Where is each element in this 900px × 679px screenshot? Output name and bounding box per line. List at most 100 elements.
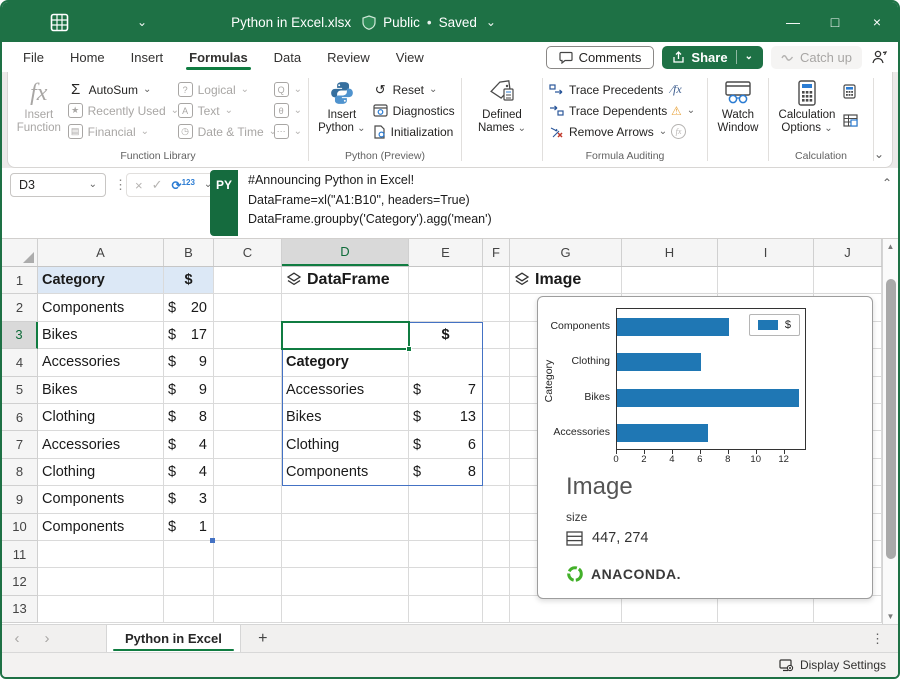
vertical-scrollbar[interactable]: ▲ ▼ [882, 239, 898, 624]
cell-F3[interactable] [483, 322, 510, 349]
calculate-now-button[interactable] [843, 82, 858, 101]
defined-names-button[interactable]: Defined Names ⌄ [468, 78, 536, 137]
cell-C12[interactable] [214, 568, 282, 595]
cell-A10[interactable]: Components [38, 514, 164, 541]
column-header-F[interactable]: F [483, 239, 510, 266]
cell-D13[interactable] [282, 596, 409, 623]
cell-B9[interactable]: $3 [164, 486, 214, 513]
cell-E11[interactable] [409, 541, 483, 568]
cell-A9[interactable]: Components [38, 486, 164, 513]
insert-function-button[interactable]: fx Insert Function [14, 78, 64, 137]
formula-code-editor[interactable]: #Announcing Python in Excel! DataFrame=x… [238, 171, 876, 230]
cell-F4[interactable] [483, 349, 510, 376]
cell-A8[interactable]: Clothing [38, 459, 164, 486]
cell-E3[interactable]: $ [409, 322, 483, 349]
row-header-2[interactable]: 2 [2, 294, 38, 321]
evaluate-formula-button[interactable]: fx [671, 122, 695, 141]
cell-C11[interactable] [214, 541, 282, 568]
tab-insert[interactable]: Insert [118, 42, 177, 72]
cell-B10[interactable]: $1 [164, 514, 214, 541]
cell-A2[interactable]: Components [38, 294, 164, 321]
scroll-up-icon[interactable]: ▲ [883, 242, 898, 251]
show-formulas-button[interactable]: ∕fx [671, 80, 695, 99]
cell-D11[interactable] [282, 541, 409, 568]
cell-A7[interactable]: Accessories [38, 431, 164, 458]
cell-A5[interactable]: Bikes [38, 377, 164, 404]
cell-C13[interactable] [214, 596, 282, 623]
comments-button[interactable]: Comments [546, 46, 655, 69]
column-header-A[interactable]: A [38, 239, 164, 266]
fill-handle[interactable] [406, 346, 412, 352]
column-header-J[interactable]: J [814, 239, 882, 266]
cell-H13[interactable] [622, 596, 718, 623]
spreadsheet-grid[interactable]: ABCDEFGHIJ 1Category$DataFrameImage2Comp… [2, 239, 898, 624]
cell-A4[interactable]: Accessories [38, 349, 164, 376]
cell-E10[interactable] [409, 514, 483, 541]
row-header-11[interactable]: 11 [2, 541, 38, 568]
column-header-H[interactable]: H [622, 239, 718, 266]
cell-D4[interactable]: Category [282, 349, 409, 376]
cell-E12[interactable] [409, 568, 483, 595]
cell-F13[interactable] [483, 596, 510, 623]
cell-B13[interactable] [164, 596, 214, 623]
tab-home[interactable]: Home [57, 42, 118, 72]
date-time-button[interactable]: ◷Date & Time⌄ [178, 122, 270, 141]
maximize-button[interactable]: □ [814, 2, 856, 42]
cell-D5[interactable]: Accessories [282, 377, 409, 404]
insert-python-button[interactable]: Insert Python ⌄ [315, 78, 369, 137]
cell-E8[interactable]: $8 [409, 459, 483, 486]
calculation-options-button[interactable]: Calculation Options ⌄ [775, 78, 839, 137]
quick-access-chevron-icon[interactable]: ⌄ [137, 15, 147, 29]
cell-D1[interactable]: DataFrame [282, 267, 409, 294]
text-button[interactable]: AText⌄ [178, 101, 270, 120]
cell-D3[interactable] [282, 322, 409, 349]
cell-E9[interactable] [409, 486, 483, 513]
column-header-B[interactable]: B [164, 239, 214, 266]
autosum-button[interactable]: ΣAutoSum⌄ [68, 80, 174, 99]
cell-B8[interactable]: $4 [164, 459, 214, 486]
cell-H1[interactable] [622, 267, 718, 294]
cell-B6[interactable]: $8 [164, 404, 214, 431]
sheet-tab-python-in-excel[interactable]: Python in Excel [106, 625, 241, 652]
cell-E4[interactable] [409, 349, 483, 376]
lookup-reference-button[interactable]: Q⌄ [274, 80, 302, 99]
cell-F10[interactable] [483, 514, 510, 541]
remove-arrows-button[interactable]: Remove Arrows⌄ [549, 122, 667, 141]
account-person-icon[interactable] [870, 49, 888, 65]
cell-D6[interactable]: Bikes [282, 404, 409, 431]
cell-B11[interactable] [164, 541, 214, 568]
scroll-down-icon[interactable]: ▼ [883, 612, 898, 621]
tab-view[interactable]: View [383, 42, 437, 72]
cell-G1[interactable]: Image [510, 267, 622, 294]
confirm-entry-icon[interactable]: ✓ [152, 177, 163, 193]
cell-C10[interactable] [214, 514, 282, 541]
column-header-E[interactable]: E [409, 239, 483, 266]
excel-app-icon[interactable] [50, 13, 69, 32]
previous-sheet-icon[interactable]: ‹ [2, 625, 32, 652]
column-header-I[interactable]: I [718, 239, 814, 266]
trace-precedents-button[interactable]: Trace Precedents [549, 80, 667, 99]
cell-F12[interactable] [483, 568, 510, 595]
next-sheet-icon[interactable]: › [32, 625, 62, 652]
tab-review[interactable]: Review [314, 42, 383, 72]
column-header-C[interactable]: C [214, 239, 282, 266]
name-box[interactable]: D3 ⌄ [10, 173, 106, 197]
cell-B4[interactable]: $9 [164, 349, 214, 376]
select-all-corner[interactable] [2, 239, 38, 266]
cell-C4[interactable] [214, 349, 282, 376]
watch-window-button[interactable]: Watch Window [714, 78, 762, 137]
cell-E6[interactable]: $13 [409, 404, 483, 431]
row-header-9[interactable]: 9 [2, 486, 38, 513]
display-settings-button[interactable]: Display Settings [779, 658, 886, 672]
cell-E7[interactable]: $6 [409, 431, 483, 458]
document-title[interactable]: Python in Excel.xlsx [231, 15, 351, 30]
cell-J1[interactable] [814, 267, 882, 294]
cell-C1[interactable] [214, 267, 282, 294]
save-status-chevron-icon[interactable]: ⌄ [486, 15, 496, 29]
recently-used-button[interactable]: ★Recently Used⌄ [68, 101, 174, 120]
row-header-5[interactable]: 5 [2, 377, 38, 404]
cell-B5[interactable]: $9 [164, 377, 214, 404]
catch-up-button[interactable]: Catch up [771, 46, 862, 69]
column-header-G[interactable]: G [510, 239, 622, 266]
row-header-13[interactable]: 13 [2, 596, 38, 623]
